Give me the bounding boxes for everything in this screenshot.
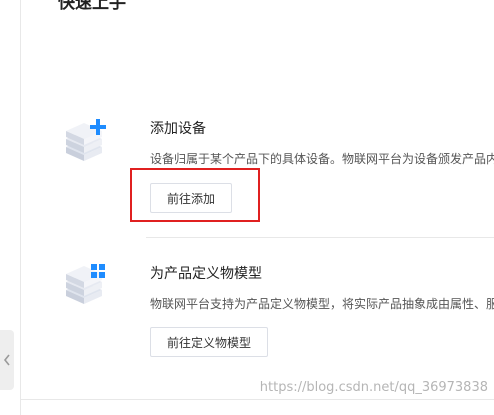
collapse-sidebar-tab[interactable] [0,330,14,390]
watermark-text: https://blog.csdn.net/qq_36973838 [259,380,488,395]
step-description-thing-model: 物联网平台支持为产品定义物模型，将实际产品抽象成由属性、服 [150,297,494,311]
left-border-line [20,0,21,415]
step-title-add-device: 添加设备 [150,121,206,137]
step-divider [146,237,494,238]
add-device-icon [62,117,110,165]
go-define-thing-model-button[interactable]: 前往定义物模型 [150,327,268,357]
chevron-left-icon [3,354,10,366]
step-description-add-device: 设备归属于某个产品下的具体设备。物联网平台为设备颁发产品内 [150,152,494,166]
section-heading: 快速上手 [58,0,126,13]
bottom-border-line [20,399,494,400]
highlight-box [130,168,260,222]
thing-model-icon [62,260,110,308]
step-title-thing-model: 为产品定义物模型 [150,266,262,282]
